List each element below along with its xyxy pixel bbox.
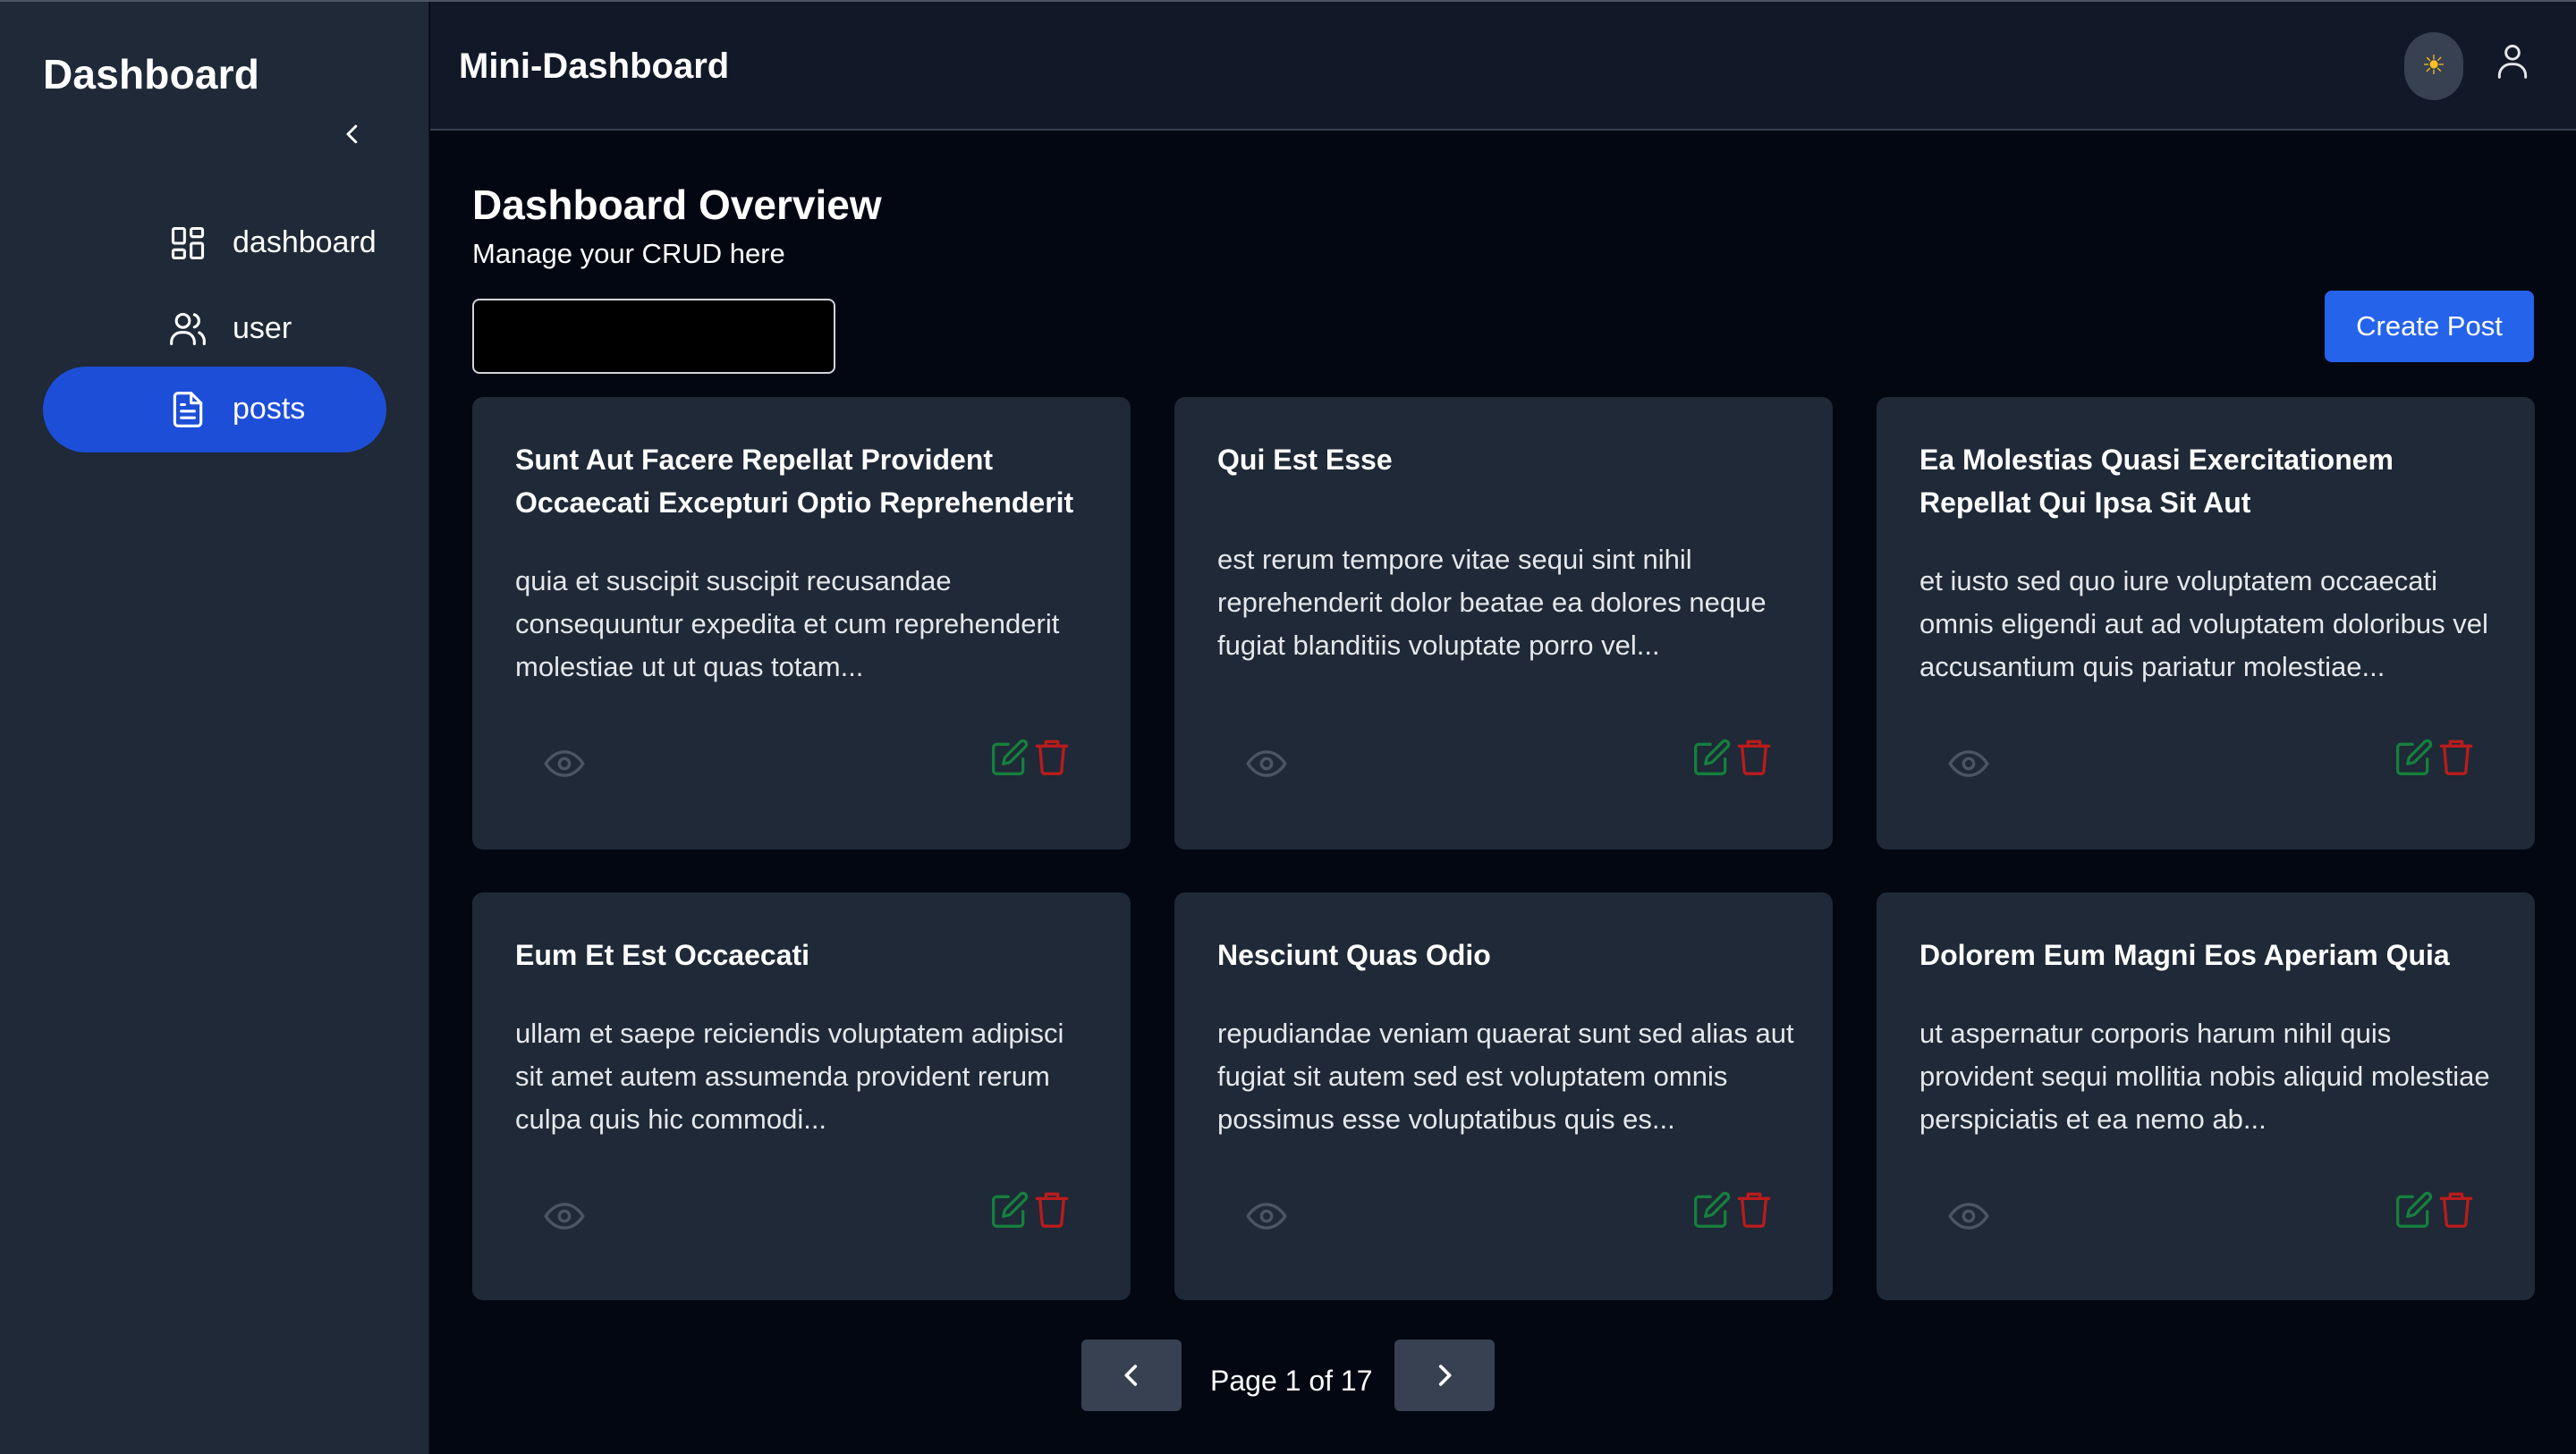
post-body: est rerum tempore vitae sequi sint nihil…	[1217, 544, 1767, 661]
eye-icon	[1948, 750, 1989, 777]
theme-toggle-button[interactable]: ☀	[2404, 32, 2463, 100]
trash-icon	[2439, 1192, 2473, 1228]
next-page-button[interactable]	[1394, 1340, 1495, 1411]
view-button[interactable]	[542, 746, 587, 782]
eye-icon	[1246, 750, 1287, 777]
chevron-right-icon	[1438, 1365, 1452, 1386]
post-card: Sunt Aut Facere Repellat Provident Occae…	[472, 397, 1131, 850]
edit-icon	[2396, 1191, 2433, 1228]
delete-button[interactable]	[1734, 735, 1774, 778]
post-title: Nesciunt Quas Odio	[1217, 939, 1491, 971]
edit-icon	[992, 739, 1029, 775]
edit-button[interactable]	[1691, 737, 1733, 778]
view-button[interactable]	[1946, 746, 1991, 782]
layout-grid-icon	[168, 224, 208, 263]
page-subtitle: Manage your CRUD here	[472, 238, 785, 269]
sidebar-item-label: posts	[233, 392, 306, 426]
previous-page-button[interactable]	[1081, 1340, 1182, 1411]
edit-icon	[1694, 739, 1731, 775]
sidebar-item-label: user	[233, 311, 292, 345]
main-content: Dashboard Overview Manage your CRUD here…	[430, 131, 2576, 1454]
edit-button[interactable]	[2394, 737, 2435, 778]
eye-icon	[544, 1203, 585, 1230]
view-button[interactable]	[1244, 746, 1289, 782]
edit-button[interactable]	[989, 737, 1030, 778]
chevron-left-icon	[1124, 1365, 1138, 1386]
app-title: Mini-Dashboard	[459, 46, 730, 86]
post-card: Ea Molestias Quasi Exercitationem Repell…	[1877, 397, 2535, 850]
eye-icon	[1948, 1203, 1989, 1230]
post-card: Qui Est Esse est rerum tempore vitae seq…	[1174, 397, 1833, 850]
post-title: Sunt Aut Facere Repellat Provident Occae…	[515, 444, 1074, 519]
edit-button[interactable]	[2394, 1189, 2435, 1230]
sidebar-brand: Dashboard	[43, 51, 260, 97]
post-title: Ea Molestias Quasi Exercitationem Repell…	[1919, 444, 2394, 519]
page-title: Dashboard Overview	[472, 182, 882, 228]
post-title: Qui Est Esse	[1217, 444, 1393, 476]
search-input[interactable]	[472, 299, 835, 374]
sidebar-collapse-button[interactable]	[336, 118, 369, 150]
top-header: Mini-Dashboard ☀	[430, 2, 2576, 131]
post-body: et iusto sed quo iure voluptatem occaeca…	[1919, 565, 2488, 682]
post-card: Dolorem Eum Magni Eos Aperiam Quia ut as…	[1877, 892, 2535, 1300]
edit-button[interactable]	[1691, 1189, 1733, 1230]
sun-icon: ☀	[2421, 51, 2446, 80]
sidebar-item-dashboard[interactable]: dashboard	[43, 200, 386, 286]
post-card: Nesciunt Quas Odio repudiandae veniam qu…	[1174, 892, 1833, 1300]
post-title: Dolorem Eum Magni Eos Aperiam Quia	[1919, 939, 2450, 971]
sidebar-item-posts[interactable]: posts	[43, 367, 386, 452]
delete-button[interactable]	[1734, 1188, 1774, 1230]
delete-button[interactable]	[1032, 735, 1072, 778]
view-button[interactable]	[1946, 1198, 1991, 1234]
eye-icon	[544, 750, 585, 777]
view-button[interactable]	[1244, 1198, 1289, 1234]
user-icon	[2497, 45, 2528, 79]
users-icon	[168, 309, 208, 349]
edit-icon	[992, 1191, 1029, 1228]
delete-button[interactable]	[2436, 735, 2476, 778]
sidebar-item-label: dashboard	[233, 225, 377, 259]
edit-icon	[2396, 739, 2433, 775]
file-text-icon	[168, 390, 208, 429]
sidebar: Dashboard dashboard user posts	[0, 2, 429, 1454]
trash-icon	[1035, 740, 1069, 775]
sidebar-item-user[interactable]: user	[43, 286, 386, 372]
post-body: quia et suscipit suscipit recusandae con…	[515, 565, 1060, 682]
eye-icon	[1246, 1203, 1287, 1230]
view-button[interactable]	[542, 1198, 587, 1234]
create-post-button[interactable]: Create Post	[2325, 291, 2534, 362]
post-title: Eum Et Est Occaecati	[515, 939, 810, 971]
pagination-label: Page 1 of 17	[1210, 1365, 1373, 1397]
trash-icon	[1035, 1192, 1069, 1228]
trash-icon	[2439, 740, 2473, 775]
post-body: repudiandae veniam quaerat sunt sed alia…	[1217, 1018, 1794, 1135]
post-body: ut aspernatur corporis harum nihil quis …	[1919, 1018, 2490, 1135]
delete-button[interactable]	[1032, 1188, 1072, 1230]
edit-icon	[1694, 1191, 1731, 1228]
trash-icon	[1737, 1192, 1771, 1228]
trash-icon	[1737, 740, 1771, 775]
profile-button[interactable]	[2489, 34, 2536, 88]
post-card: Eum Et Est Occaecati ullam et saepe reic…	[472, 892, 1131, 1300]
delete-button[interactable]	[2436, 1188, 2476, 1230]
chevron-left-icon	[346, 124, 358, 144]
edit-button[interactable]	[989, 1189, 1030, 1230]
post-body: ullam et saepe reiciendis voluptatem adi…	[515, 1018, 1064, 1135]
